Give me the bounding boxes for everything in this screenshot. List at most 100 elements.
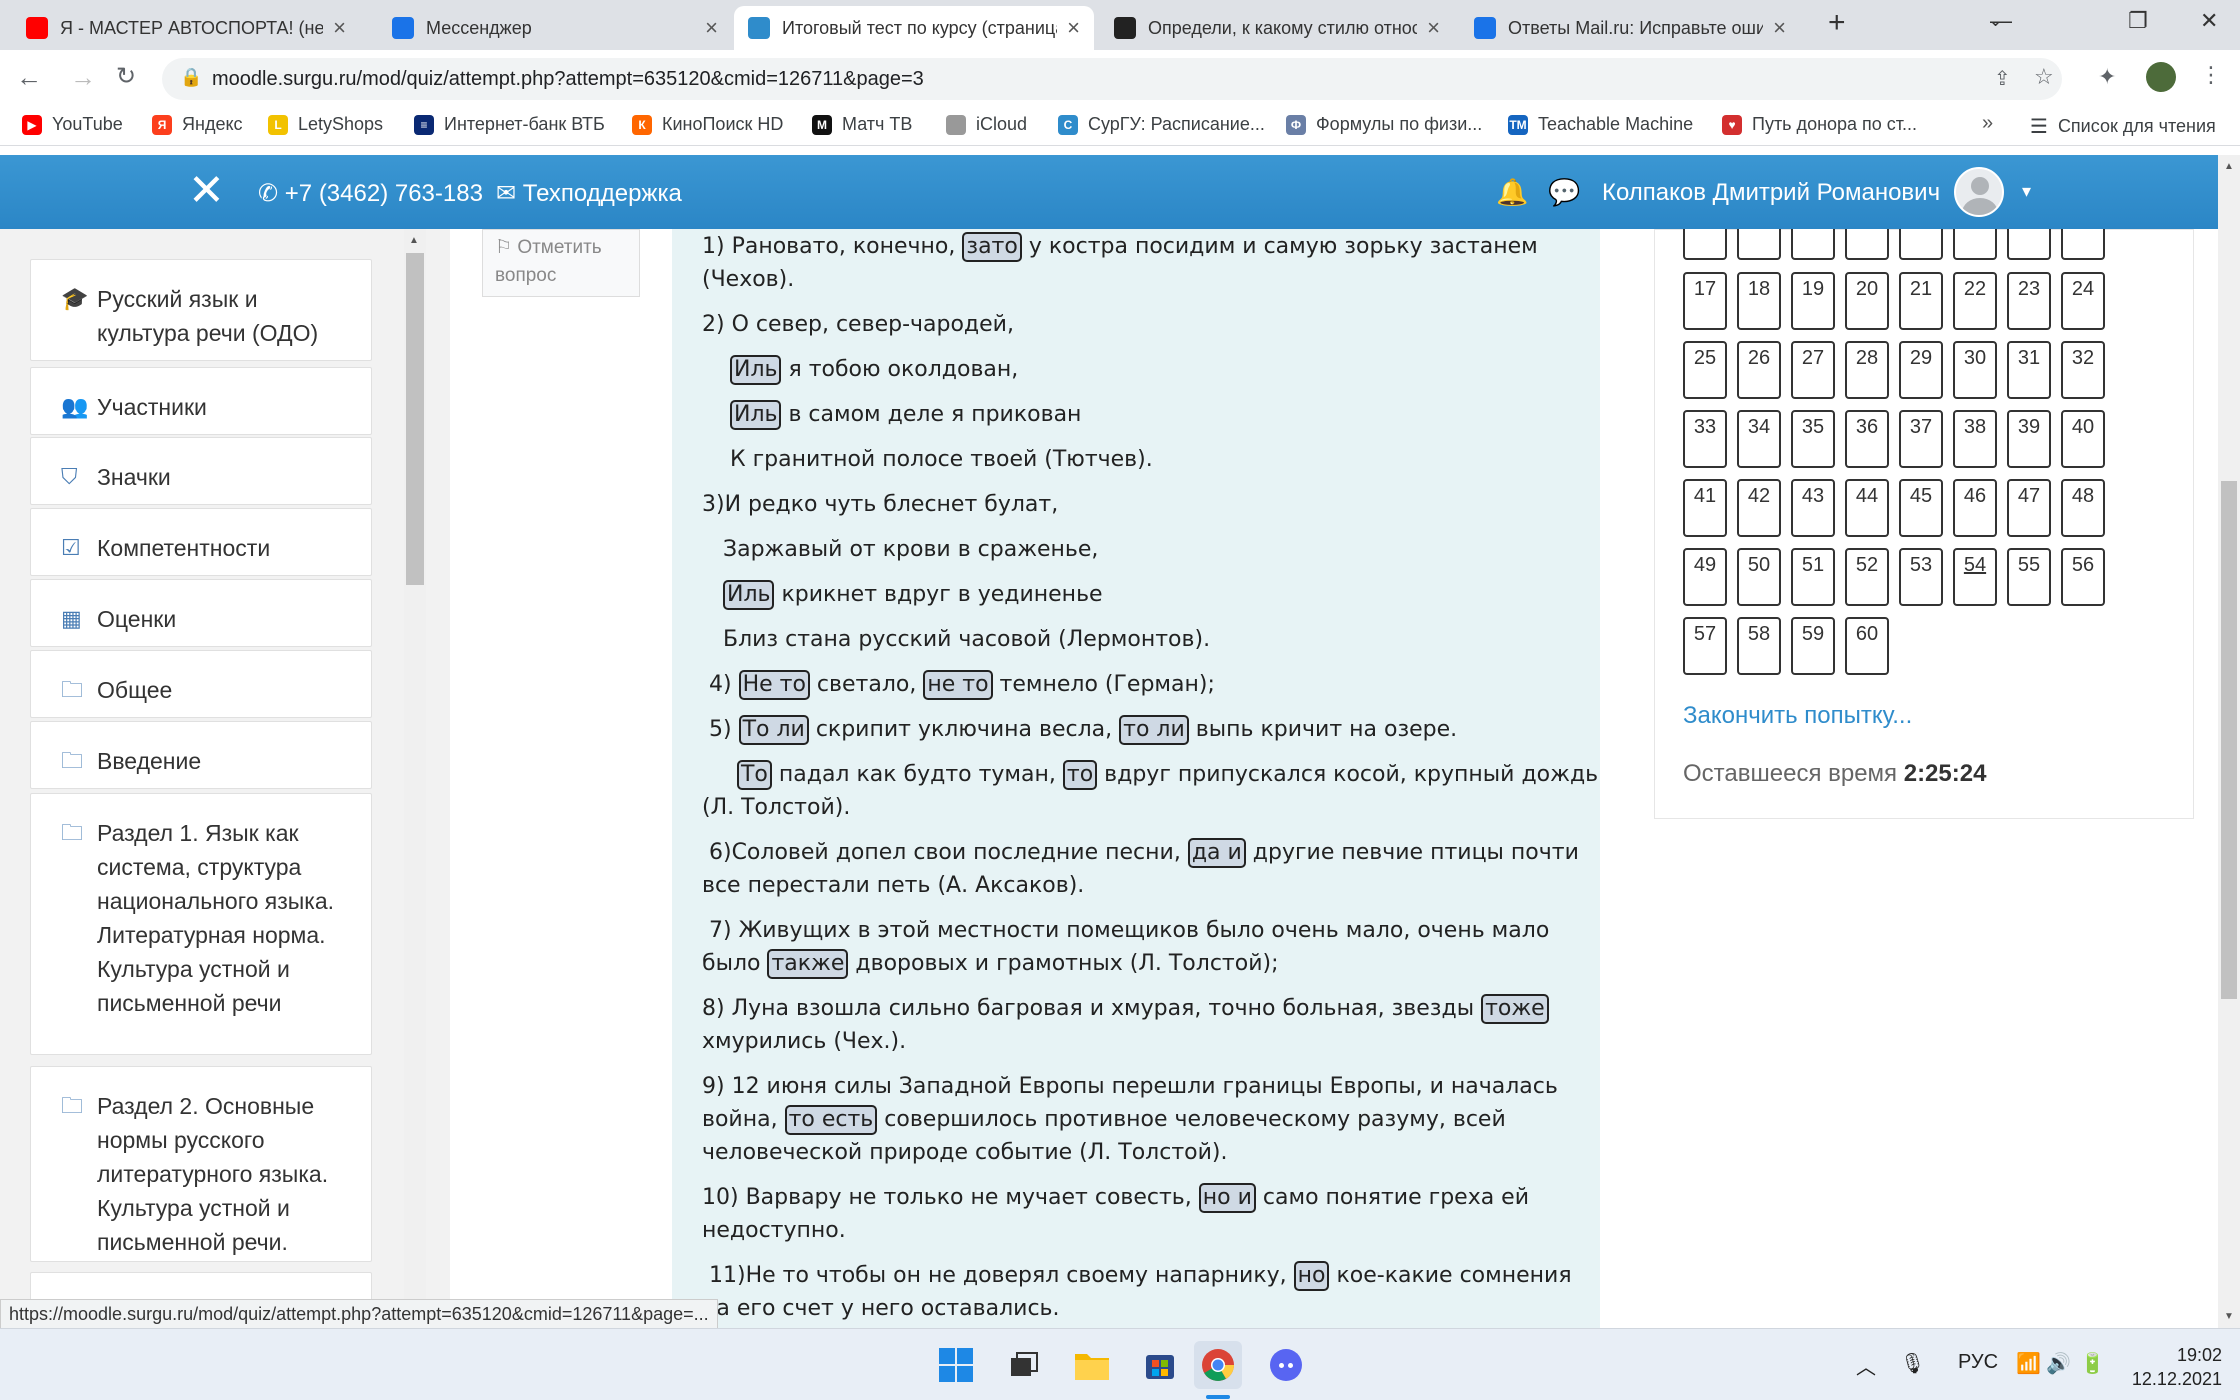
bookmark-item[interactable]: ≡ Интернет-банк ВТБ [414,114,605,135]
question-nav-button[interactable]: 20 [1845,272,1889,330]
question-nav-button[interactable]: 48 [2061,479,2105,537]
question-nav-button[interactable]: 53 [1899,548,1943,606]
browser-tab[interactable]: Определи, к какому стилю относится × [1100,6,1454,50]
highlighted-conjunction[interactable]: Иль [722,580,775,610]
restore-button[interactable]: ❐ [2128,8,2148,34]
phone-link[interactable]: ✆ +7 (3462) 763-183 [258,179,483,208]
volume-icon[interactable]: 🔊 [2046,1351,2071,1376]
highlighted-conjunction[interactable]: Иль [729,400,782,430]
question-nav-button[interactable]: 51 [1791,548,1835,606]
reload-icon[interactable]: ↻ [116,62,136,91]
bookmark-item[interactable]: Ф Формулы по физи... [1286,114,1482,135]
messages-chat-icon[interactable]: 💬 [1548,177,1580,208]
question-nav-button[interactable] [1683,229,1727,260]
question-nav-button[interactable] [1953,229,1997,260]
question-nav-button[interactable]: 44 [1845,479,1889,537]
question-nav-button[interactable]: 36 [1845,410,1889,468]
question-nav-button[interactable]: 22 [1953,272,1997,330]
drawer-item[interactable]: 🗀 Общее [30,650,372,718]
bookmark-item[interactable]: M Матч ТВ [812,114,912,135]
forward-icon[interactable]: → [70,62,96,93]
question-nav-button[interactable]: 30 [1953,341,1997,399]
highlighted-conjunction[interactable]: То ли [738,715,809,745]
question-nav-button[interactable]: 25 [1683,341,1727,399]
highlighted-conjunction[interactable]: но [1293,1261,1330,1291]
question-nav-button[interactable]: 33 [1683,410,1727,468]
bookmarks-more-button[interactable]: » [1982,112,1993,135]
question-nav-button[interactable]: 27 [1791,341,1835,399]
tab-close-icon[interactable]: × [1427,15,1440,41]
drawer-scrollbar[interactable]: ▲ [404,229,426,1328]
start-button[interactable] [932,1341,980,1389]
highlighted-conjunction[interactable]: То [736,760,772,790]
drawer-item[interactable]: 👥 Участники [30,367,372,435]
question-nav-button[interactable]: 23 [2007,272,2051,330]
drawer-item[interactable]: ☑ Компетентности [30,508,372,576]
highlighted-conjunction[interactable]: тоже [1481,994,1549,1024]
question-nav-button[interactable]: 56 [2061,548,2105,606]
highlighted-conjunction[interactable]: Иль [729,355,782,385]
question-nav-button[interactable]: 31 [2007,341,2051,399]
browser-tab[interactable]: Ответы Mail.ru: Исправьте ошибки × [1460,6,1800,50]
bookmark-item[interactable]: К КиноПоиск HD [632,114,783,135]
highlighted-conjunction[interactable]: то есть [784,1105,878,1135]
highlighted-conjunction[interactable]: то ли [1119,715,1189,745]
close-drawer-icon[interactable]: ✕ [188,169,225,213]
tray-overflow-chevron-icon[interactable]: ︿ [1856,1351,1876,1380]
question-nav-button[interactable]: 37 [1899,410,1943,468]
omnibox[interactable]: 🔒 moodle.surgu.ru/mod/quiz/attempt.php?a… [162,58,2062,100]
highlighted-conjunction[interactable]: не то [923,670,993,700]
task-view-button[interactable] [1000,1341,1048,1389]
discord-button[interactable] [1262,1341,1310,1389]
menu-kebab-icon[interactable]: ⋮ [2200,62,2222,88]
browser-tab[interactable]: Итоговый тест по курсу (страница × [734,6,1094,50]
flag-icon[interactable]: ⚐ [495,237,517,258]
reading-list-button[interactable]: ☰ Список для чтения [2030,114,2216,139]
question-nav-button[interactable]: 49 [1683,548,1727,606]
highlighted-conjunction[interactable]: Не то [738,670,810,700]
bookmark-item[interactable]: С СурГУ: Расписание... [1058,114,1265,135]
question-nav-button[interactable]: 47 [2007,479,2051,537]
question-nav-button[interactable]: 46 [1953,479,1997,537]
bookmark-star-icon[interactable]: ☆ [2034,64,2054,90]
question-nav-button[interactable]: 19 [1791,272,1835,330]
chrome-button[interactable] [1194,1341,1242,1389]
drawer-item[interactable]: 🗀 Введение [30,721,372,789]
question-nav-button[interactable]: 41 [1683,479,1727,537]
drawer-item[interactable]: 🎓 Русский язык и культура речи (ОДО) [30,259,372,361]
question-nav-button[interactable]: 35 [1791,410,1835,468]
drawer-item[interactable]: 🗀 Раздел 2. Основные нормы русского литер… [30,1066,372,1262]
browser-tab[interactable]: Я - МАСТЕР АВТОСПОРТА! (нетипичный × [12,6,360,50]
question-nav-button[interactable]: 40 [2061,410,2105,468]
url-text[interactable]: moodle.surgu.ru/mod/quiz/attempt.php?att… [212,68,924,91]
question-nav-button[interactable]: 59 [1791,617,1835,675]
drawer-item[interactable]: ▦ Оценки [30,579,372,647]
question-nav-button[interactable]: 21 [1899,272,1943,330]
question-nav-button[interactable]: 52 [1845,548,1889,606]
page-scrollbar[interactable]: ▲ ▼ [2218,155,2240,1328]
share-icon[interactable]: ⇪ [1994,66,2011,91]
scroll-up-icon[interactable]: ▲ [409,235,419,246]
tab-close-icon[interactable]: × [1773,15,1786,41]
battery-icon[interactable]: 🔋 [2080,1351,2105,1376]
drawer-item[interactable]: ⛉ Значки [30,437,372,505]
page-scroll-down-icon[interactable]: ▼ [2224,1311,2234,1322]
question-nav-button[interactable]: 38 [1953,410,1997,468]
file-explorer-button[interactable] [1068,1341,1116,1389]
extensions-icon[interactable]: ✦ [2098,64,2116,90]
question-nav-button[interactable]: 58 [1737,617,1781,675]
question-nav-button[interactable] [1845,229,1889,260]
notifications-bell-icon[interactable]: 🔔 [1496,177,1528,208]
tab-search-chevron-icon[interactable]: ⌄ [1988,10,2003,31]
user-avatar[interactable] [1954,167,2004,217]
question-nav-button[interactable] [2061,229,2105,260]
bookmark-item[interactable]: iCloud [946,114,1027,135]
question-nav-button[interactable]: 50 [1737,548,1781,606]
question-nav-button[interactable]: 24 [2061,272,2105,330]
user-menu-caret-icon[interactable]: ▾ [2022,181,2031,202]
support-link[interactable]: ✉ Техподдержка [496,179,682,208]
profile-avatar[interactable] [2146,62,2176,92]
back-icon[interactable]: ← [16,62,42,93]
highlighted-conjunction[interactable]: также [767,949,849,979]
question-nav-button[interactable]: 39 [2007,410,2051,468]
